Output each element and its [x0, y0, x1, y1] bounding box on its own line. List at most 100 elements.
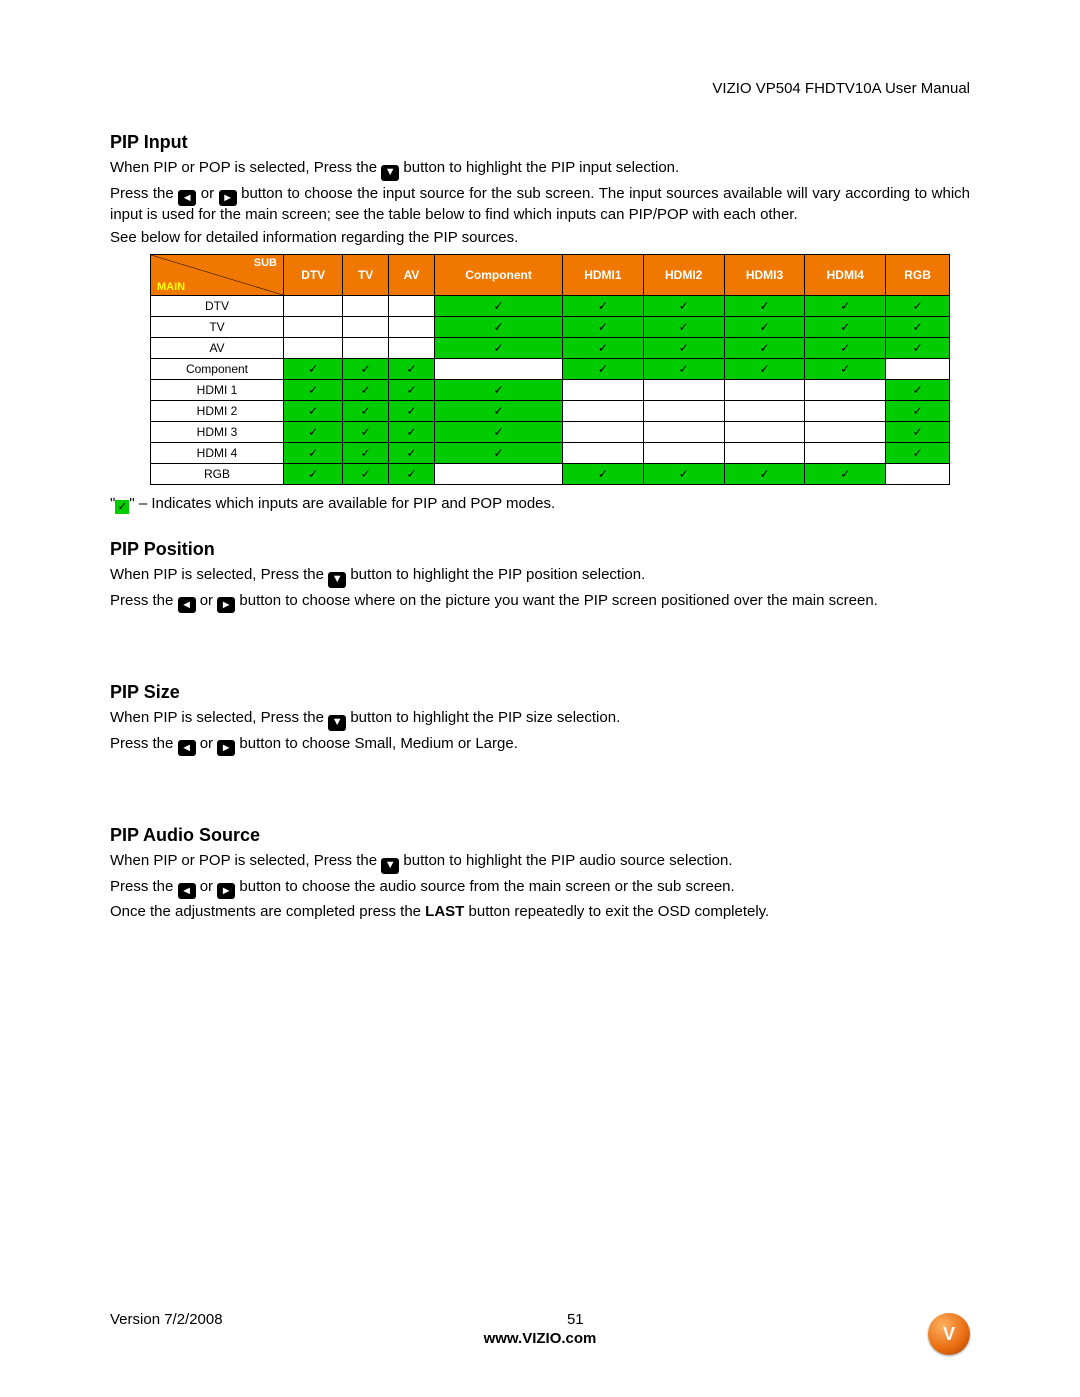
heading-pip-input: PIP Input: [110, 132, 970, 153]
col-header: TV: [343, 254, 389, 295]
cell-compatible: ✓: [643, 337, 724, 358]
cell-compatible: ✓: [886, 421, 950, 442]
cell-compatible: ✓: [805, 358, 886, 379]
cell-blank: [805, 421, 886, 442]
cell-compatible: ✓: [805, 316, 886, 337]
cell-compatible: ✓: [388, 379, 434, 400]
row-header: AV: [151, 337, 284, 358]
cell-compatible: ✓: [435, 442, 563, 463]
pip-position-line2: Press the ◄ or ► button to choose where …: [110, 592, 970, 614]
left-arrow-icon: ◄: [178, 883, 196, 899]
cell-blank: [562, 400, 643, 421]
pip-input-line1: When PIP or POP is selected, Press the ▼…: [110, 159, 970, 181]
text: button to highlight the PIP audio source…: [403, 852, 732, 869]
cell-compatible: ✓: [284, 463, 343, 484]
table-row: Component✓✓✓✓✓✓✓: [151, 358, 950, 379]
col-header: HDMI3: [724, 254, 805, 295]
cell-blank: [805, 379, 886, 400]
row-header: HDMI 1: [151, 379, 284, 400]
corner-main-label: MAIN: [157, 281, 185, 293]
cell-compatible: ✓: [643, 358, 724, 379]
right-arrow-icon: ►: [217, 740, 235, 756]
col-header: Component: [435, 254, 563, 295]
row-header: HDMI 3: [151, 421, 284, 442]
cell-compatible: ✓: [562, 463, 643, 484]
cell-compatible: ✓: [343, 358, 389, 379]
cell-compatible: ✓: [805, 337, 886, 358]
cell-blank: [805, 400, 886, 421]
text: When PIP is selected, Press the: [110, 709, 328, 726]
cell-compatible: ✓: [724, 316, 805, 337]
cell-compatible: ✓: [343, 442, 389, 463]
cell-blank: [284, 337, 343, 358]
cell-blank: [724, 421, 805, 442]
cell-blank: [886, 358, 950, 379]
table-row: HDMI 1✓✓✓✓✓: [151, 379, 950, 400]
table-row: AV✓✓✓✓✓✓: [151, 337, 950, 358]
check-icon: ✓: [115, 500, 129, 514]
row-header: DTV: [151, 295, 284, 316]
cell-compatible: ✓: [435, 400, 563, 421]
down-arrow-icon: ▼: [381, 165, 399, 181]
cell-blank: [643, 421, 724, 442]
text: or: [200, 592, 218, 609]
pip-audio-line1: When PIP or POP is selected, Press the ▼…: [110, 852, 970, 874]
row-header: HDMI 4: [151, 442, 284, 463]
col-header: DTV: [284, 254, 343, 295]
cell-compatible: ✓: [284, 379, 343, 400]
heading-pip-size: PIP Size: [110, 682, 970, 703]
footer-url: www.VIZIO.com: [110, 1330, 970, 1347]
cell-blank: [886, 463, 950, 484]
cell-compatible: ✓: [562, 358, 643, 379]
table-row: RGB✓✓✓✓✓✓✓: [151, 463, 950, 484]
cell-compatible: ✓: [388, 400, 434, 421]
cell-compatible: ✓: [343, 463, 389, 484]
cell-compatible: ✓: [805, 295, 886, 316]
cell-compatible: ✓: [643, 316, 724, 337]
col-header: HDMI1: [562, 254, 643, 295]
text: button to choose where on the picture yo…: [239, 592, 877, 609]
cell-compatible: ✓: [724, 295, 805, 316]
footer-page-number: 51: [567, 1311, 584, 1328]
down-arrow-icon: ▼: [381, 858, 399, 874]
text: When PIP or POP is selected, Press the: [110, 159, 381, 176]
cell-blank: [343, 316, 389, 337]
col-header: HDMI2: [643, 254, 724, 295]
down-arrow-icon: ▼: [328, 572, 346, 588]
cell-compatible: ✓: [435, 295, 563, 316]
footer-version: Version 7/2/2008: [110, 1311, 223, 1328]
last-button-label: LAST: [425, 903, 464, 920]
manual-page: VIZIO VP504 FHDTV10A User Manual PIP Inp…: [0, 0, 1080, 1397]
cell-blank: [562, 442, 643, 463]
row-header: Component: [151, 358, 284, 379]
table-legend: "✓" – Indicates which inputs are availab…: [110, 495, 970, 515]
cell-compatible: ✓: [388, 421, 434, 442]
cell-blank: [435, 358, 563, 379]
text: button to highlight the PIP size selecti…: [350, 709, 620, 726]
cell-compatible: ✓: [886, 295, 950, 316]
table-corner-cell: SUB MAIN: [151, 254, 284, 295]
cell-compatible: ✓: [284, 421, 343, 442]
cell-compatible: ✓: [562, 295, 643, 316]
text: Press the: [110, 735, 178, 752]
cell-compatible: ✓: [435, 337, 563, 358]
cell-compatible: ✓: [886, 337, 950, 358]
table-header-row: SUB MAIN DTV TV AV Component HDMI1 HDMI2…: [151, 254, 950, 295]
text: Press the: [110, 878, 178, 895]
text: or: [201, 185, 219, 202]
text: Once the adjustments are completed press…: [110, 903, 425, 920]
cell-blank: [388, 316, 434, 337]
col-header: RGB: [886, 254, 950, 295]
row-header: TV: [151, 316, 284, 337]
text: When PIP or POP is selected, Press the: [110, 852, 381, 869]
corner-sub-label: SUB: [254, 257, 277, 269]
cell-compatible: ✓: [435, 316, 563, 337]
cell-compatible: ✓: [886, 316, 950, 337]
cell-compatible: ✓: [343, 379, 389, 400]
table-row: TV✓✓✓✓✓✓: [151, 316, 950, 337]
left-arrow-icon: ◄: [178, 190, 196, 206]
text: button to choose Small, Medium or Large.: [239, 735, 517, 752]
cell-compatible: ✓: [886, 379, 950, 400]
cell-compatible: ✓: [284, 358, 343, 379]
text: button to choose the audio source from t…: [239, 878, 734, 895]
